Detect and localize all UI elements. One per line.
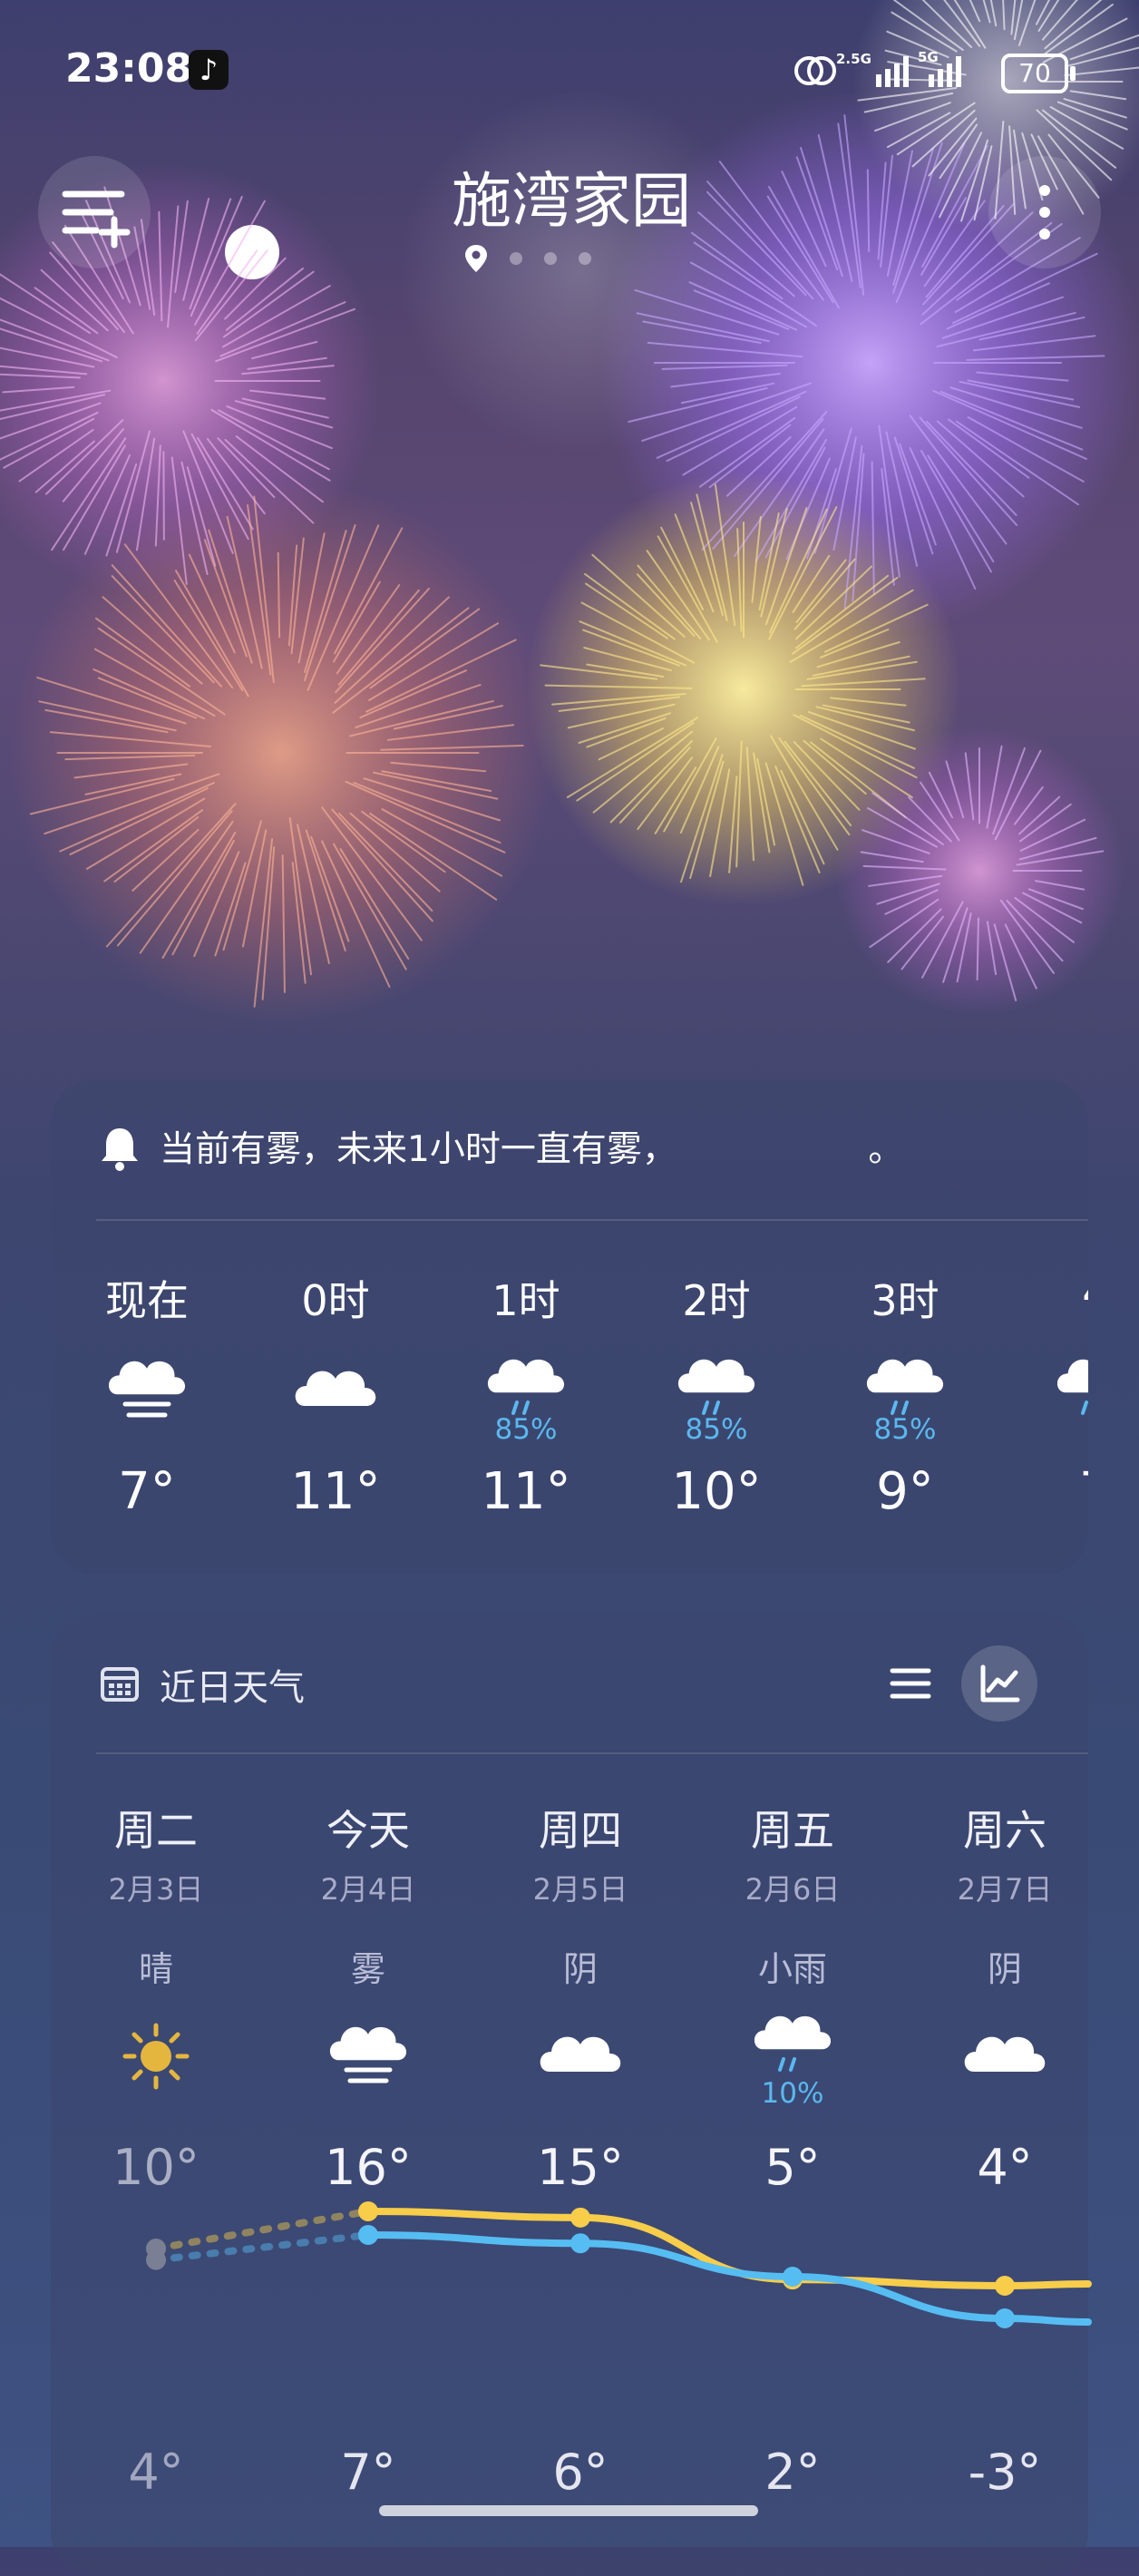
day-condition: 阴 — [490, 1941, 671, 1991]
high-temp-point — [570, 2208, 590, 2228]
day-name: 周四 — [490, 1798, 671, 1858]
fog-icon — [323, 2015, 414, 2101]
low-temp-point — [146, 2250, 166, 2270]
day-name: 今天 — [277, 1798, 459, 1858]
home-indicator[interactable] — [379, 2505, 758, 2516]
day-condition: 小雨 — [702, 1941, 883, 1991]
low-temp-point — [783, 2267, 803, 2287]
day-condition: 阴 — [914, 1941, 1095, 1991]
temperature-trend-chart — [0, 2195, 1139, 2467]
cloud-icon — [959, 2015, 1050, 2101]
low-temp-line — [368, 2235, 1088, 2322]
low-temp-point — [570, 2233, 590, 2253]
low-temp-point — [995, 2308, 1015, 2328]
day-condition: 雾 — [277, 1941, 459, 1991]
day-date: 2月4日 — [277, 1867, 459, 1908]
day-name: 周五 — [702, 1798, 883, 1858]
low-past-segment — [156, 2235, 368, 2260]
daily-strip: 周二 2月3日 晴 10° 4° 今天 2月4日 雾 16° 7° 周四 2月5… — [0, 0, 1088, 2547]
day-high-temp: 4° — [914, 2139, 1095, 2196]
low-temp-point — [358, 2225, 378, 2245]
high-temp-point — [995, 2276, 1015, 2296]
day-name: 周二 — [65, 1798, 247, 1858]
cloud-icon — [535, 2015, 626, 2101]
day-date: 2月3日 — [65, 1867, 247, 1908]
day-high-temp: 10° — [65, 2139, 247, 2196]
day-date: 2月7日 — [914, 1867, 1095, 1908]
day-condition: 晴 — [65, 1941, 247, 1991]
day-date: 2月6日 — [702, 1867, 883, 1908]
day-high-temp: 15° — [490, 2139, 671, 2196]
day-date: 2月5日 — [490, 1867, 671, 1908]
day-name: 周六 — [914, 1798, 1095, 1858]
day-high-temp: 16° — [277, 2139, 459, 2196]
sun-icon — [111, 2015, 201, 2101]
high-past-segment — [156, 2211, 368, 2249]
high-temp-point — [358, 2201, 378, 2221]
day-high-temp: 5° — [702, 2139, 883, 2196]
day-precip: 10% — [702, 2077, 883, 2110]
